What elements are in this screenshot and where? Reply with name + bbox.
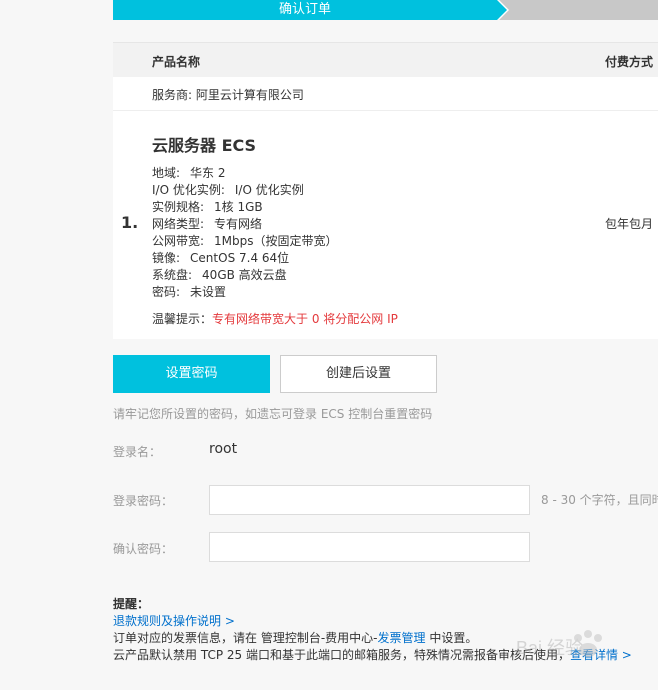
spec-system-disk: 系统盘: 40GB 高效云盘	[152, 268, 287, 282]
spec-bandwidth: 公网带宽: 1Mbps（按固定带宽）	[152, 234, 338, 248]
tip-text: 专有网络带宽大于 0 将分配公网 IP	[212, 312, 398, 326]
spec-region: 地域: 华东 2	[152, 166, 226, 180]
spec-password: 密码: 未设置	[152, 285, 227, 299]
spec-instance-type: 实例规格: 1核 1GB	[152, 200, 263, 214]
network-tip: 温馨提示：专有网络带宽大于 0 将分配公网 IP	[152, 310, 398, 327]
product-title: 云服务器 ECS	[152, 136, 257, 155]
vendor-row: 服务商: 阿里云计算有限公司	[113, 77, 658, 111]
login-name-value: root	[209, 441, 238, 457]
password-rule: 8 - 30 个字符，且同时	[541, 493, 658, 507]
step-arrow	[497, 0, 507, 20]
confirm-password-input[interactable]	[209, 532, 530, 562]
refund-rules-link[interactable]: 退款规则及操作说明 >	[113, 614, 235, 628]
invoice-management-link[interactable]: 发票管理	[377, 631, 425, 645]
spec-io-optimized: I/O 优化实例: I/O 优化实例	[152, 183, 304, 197]
login-name-label: 登录名：	[113, 445, 162, 459]
paw-icon: Bai 经验	[516, 630, 602, 658]
step-confirm-order: 确认订单	[113, 0, 497, 20]
password-label: 登录密码：	[113, 494, 174, 508]
order-table-header: 产品名称 付费方式	[113, 42, 658, 78]
baidu-watermark: Bai 经验	[508, 624, 648, 670]
confirm-password-label: 确认密码：	[113, 542, 174, 556]
row-number: 1.	[121, 213, 139, 232]
set-after-create-button[interactable]: 创建后设置	[280, 355, 437, 393]
password-input[interactable]	[209, 485, 530, 515]
watermark-text: Bai 经验	[516, 638, 583, 658]
tip-label: 温馨提示：	[152, 312, 213, 326]
product-specs: 地域: 华东 2 I/O 优化实例: I/O 优化实例 实例规格: 1核 1GB 网络…	[152, 165, 338, 301]
spec-network-type: 网络类型: 专有网络	[152, 217, 263, 231]
spec-image: 镜像: CentOS 7.4 64位	[152, 251, 290, 265]
step-next	[499, 0, 658, 20]
payment-method-value: 包年包月	[605, 217, 654, 231]
col-product-name: 产品名称	[152, 55, 201, 69]
reminder-title: 提醒：	[113, 597, 150, 611]
product-row: 1. 云服务器 ECS 地域: 华东 2 I/O 优化实例: I/O 优化实例 实例…	[113, 111, 658, 339]
vendor-text: 服务商: 阿里云计算有限公司	[152, 88, 304, 102]
password-hint: 请牢记您所设置的密码，如遗忘可登录 ECS 控制台重置密码	[113, 407, 433, 421]
col-payment-method: 付费方式	[605, 55, 654, 69]
set-password-button[interactable]: 设置密码	[113, 355, 270, 393]
